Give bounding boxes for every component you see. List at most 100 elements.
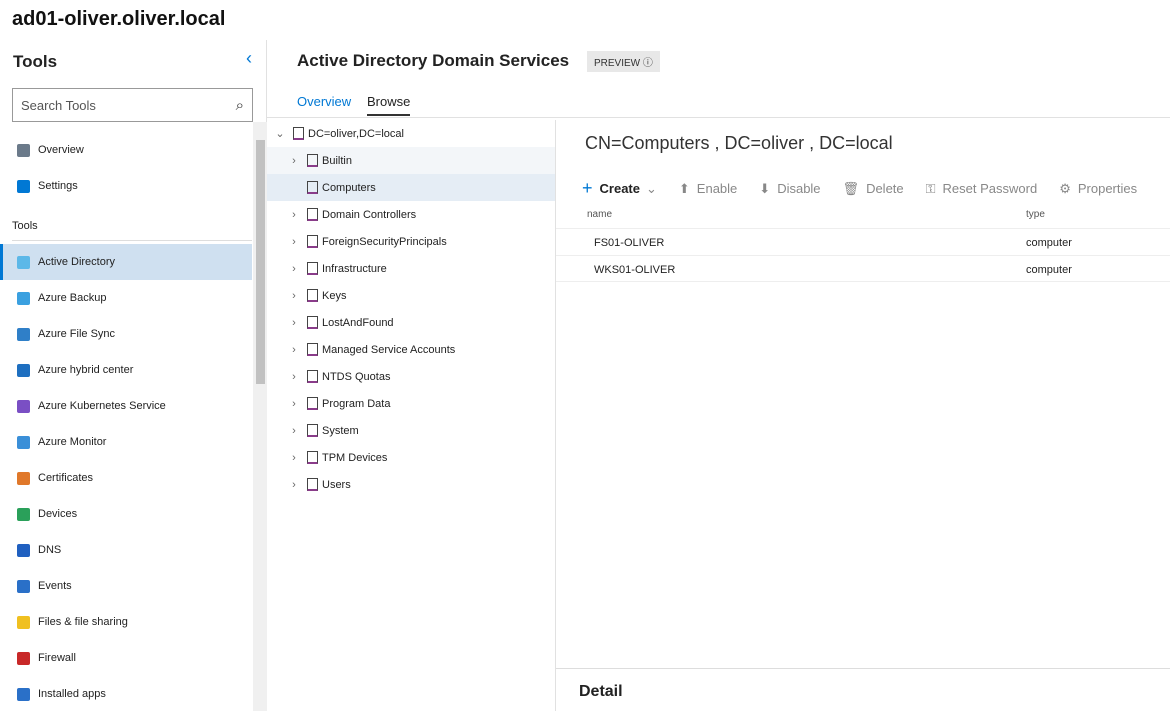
column-header-name[interactable]: name: [587, 209, 612, 220]
tree-root[interactable]: ⌄ DC=oliver,DC=local: [267, 120, 555, 147]
chevron-right-icon[interactable]: ›: [287, 209, 301, 221]
tree-item[interactable]: › NTDS Quotas: [267, 363, 555, 390]
sidebar-item-label: Settings: [38, 180, 78, 192]
sidebar-item-settings[interactable]: Settings: [0, 168, 252, 204]
tab-overview[interactable]: Overview: [297, 94, 351, 109]
page-title: Active Directory Domain Services: [297, 51, 570, 70]
tree-item-label: NTDS Quotas: [322, 370, 391, 383]
sidebar-item-label: Files & file sharing: [38, 616, 128, 628]
delete-button[interactable]: 🗑 Delete: [843, 178, 904, 199]
chevron-right-icon[interactable]: ›: [287, 263, 301, 275]
tree-item[interactable]: › LostAndFound: [267, 309, 555, 336]
create-label: Create: [599, 181, 640, 196]
plus-icon: +: [582, 178, 593, 198]
tree-item[interactable]: › Keys: [267, 282, 555, 309]
tree-item[interactable]: › ForeignSecurityPrincipals: [267, 228, 555, 255]
sidebar-item-events[interactable]: Events: [0, 568, 252, 604]
tree-item[interactable]: › Infrastructure: [267, 255, 555, 282]
ou-icon: [307, 235, 318, 248]
sidebar-item-active-directory[interactable]: Active Directory: [0, 244, 252, 280]
chevron-right-icon[interactable]: ›: [287, 452, 301, 464]
search-icon: ⌕: [235, 96, 244, 114]
files-file-sharing-icon: [17, 615, 30, 629]
tree-item[interactable]: › Domain Controllers: [267, 201, 555, 228]
sidebar-item-label: Firewall: [38, 652, 76, 664]
scrollbar-thumb[interactable]: [256, 140, 265, 384]
tree-item-label: TPM Devices: [322, 451, 388, 464]
sidebar-item-label: Active Directory: [38, 256, 116, 268]
chevron-right-icon[interactable]: ›: [287, 344, 301, 356]
sidebar-item-overview[interactable]: Overview: [0, 132, 252, 168]
ou-icon: [307, 343, 318, 356]
sidebar-item-files-file-sharing[interactable]: Files & file sharing: [0, 604, 252, 640]
chevron-down-icon[interactable]: ⌄: [273, 127, 287, 140]
tree-item[interactable]: › TPM Devices: [267, 444, 555, 471]
cell-name: WKS01-OLIVER: [594, 264, 676, 276]
divider: [267, 117, 1170, 118]
azure-monitor-icon: [17, 435, 30, 449]
sidebar-item-label: DNS: [38, 544, 62, 556]
tree-item[interactable]: › Builtin: [267, 147, 555, 174]
tree-item[interactable]: › System: [267, 417, 555, 444]
overview-icon: [17, 143, 30, 157]
sidebar-item-label: Azure Monitor: [38, 436, 107, 448]
cell-type: computer: [1026, 264, 1072, 276]
preview-badge[interactable]: PREVIEW ⓘ: [587, 51, 660, 72]
table-row[interactable]: WKS01-OLIVER computer: [556, 255, 1170, 282]
key-icon: ⚿: [925, 180, 936, 196]
search-tools-input[interactable]: Search Tools ⌕: [12, 88, 253, 122]
tree-item[interactable]: Computers: [267, 174, 555, 201]
search-placeholder: Search Tools: [21, 97, 96, 113]
create-button[interactable]: + Create ⌄: [582, 178, 657, 199]
chevron-right-icon[interactable]: ›: [287, 317, 301, 329]
sidebar-item-devices[interactable]: Devices: [0, 496, 252, 532]
chevron-right-icon[interactable]: ›: [287, 290, 301, 302]
properties-button[interactable]: ⚙ Properties: [1059, 178, 1137, 199]
tree-item-label: Program Data: [322, 397, 391, 410]
distinguished-name: CN=Computers , DC=oliver , DC=local: [585, 133, 893, 153]
column-header-type[interactable]: type: [1026, 209, 1045, 220]
sidebar-item-firewall[interactable]: Firewall: [0, 640, 252, 676]
sidebar-item-label: Certificates: [38, 472, 94, 484]
azure-backup-icon: [17, 291, 30, 305]
ou-icon: [307, 289, 318, 302]
arrow-down-circle-icon: ⬇: [759, 180, 771, 196]
tools-group-label: Tools: [12, 220, 38, 232]
chevron-right-icon[interactable]: ›: [287, 236, 301, 248]
chevron-right-icon[interactable]: ›: [287, 155, 301, 167]
tree-item[interactable]: › Program Data: [267, 390, 555, 417]
chevron-right-icon[interactable]: ›: [287, 479, 301, 491]
ou-icon: [307, 208, 318, 221]
tree-item-label: Computers: [322, 181, 376, 194]
tab-browse[interactable]: Browse: [367, 94, 411, 116]
tree-item-label: Keys: [322, 289, 347, 302]
sidebar-item-dns[interactable]: DNS: [0, 532, 252, 568]
azure-kubernetes-service-icon: [17, 399, 30, 413]
collapse-sidebar-button[interactable]: ‹: [246, 48, 252, 69]
sidebar-item-azure-hybrid-center[interactable]: Azure hybrid center: [0, 352, 252, 388]
chevron-right-icon[interactable]: ›: [287, 425, 301, 437]
tree-item-label: Builtin: [322, 154, 352, 167]
sidebar-item-label: Events: [38, 580, 72, 592]
chevron-right-icon[interactable]: ›: [287, 398, 301, 410]
tree-item-label: Domain Controllers: [322, 208, 417, 221]
sidebar-item-azure-monitor[interactable]: Azure Monitor: [0, 424, 252, 460]
enable-button[interactable]: ⬆ Enable: [679, 178, 737, 199]
tree-item[interactable]: › Managed Service Accounts: [267, 336, 555, 363]
reset-password-button[interactable]: ⚿ Reset Password: [926, 178, 1038, 199]
disable-button[interactable]: ⬇ Disable: [759, 178, 820, 199]
sidebar-item-azure-kubernetes-service[interactable]: Azure Kubernetes Service: [0, 388, 252, 424]
sidebar-item-installed-apps[interactable]: Installed apps: [0, 676, 252, 712]
chevron-right-icon[interactable]: ›: [287, 371, 301, 383]
table-row[interactable]: FS01-OLIVER computer: [556, 228, 1170, 255]
sidebar-item-certificates[interactable]: Certificates: [0, 460, 252, 496]
tree-item[interactable]: › Users: [267, 471, 555, 498]
ou-icon: [307, 316, 318, 329]
reset-password-label: Reset Password: [942, 181, 1038, 196]
sidebar-scrollbar[interactable]: [253, 122, 267, 711]
sidebar-item-azure-backup[interactable]: Azure Backup: [0, 280, 252, 316]
delete-label: Delete: [866, 181, 904, 196]
sidebar-item-label: Azure hybrid center: [38, 364, 134, 376]
detail-pane: Detail: [556, 668, 1170, 711]
sidebar-item-azure-file-sync[interactable]: Azure File Sync: [0, 316, 252, 352]
